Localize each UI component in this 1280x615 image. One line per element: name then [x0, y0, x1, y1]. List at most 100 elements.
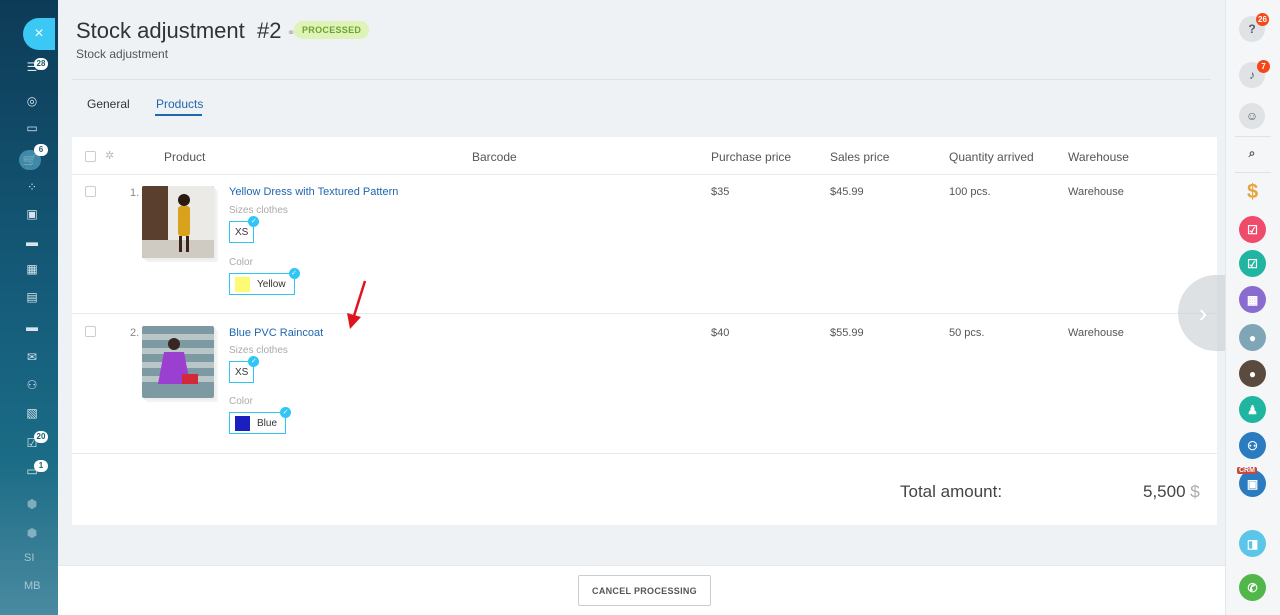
chat-bubble-icon[interactable]: ☺ [1239, 103, 1265, 129]
size-chip[interactable]: XS ✓ [229, 216, 260, 243]
target-icon[interactable]: ◎ [25, 94, 39, 108]
user-icon[interactable]: ♟ [1239, 396, 1266, 423]
row-checkbox[interactable] [85, 186, 96, 197]
dollar-icon[interactable]: $ [1239, 179, 1266, 206]
row-number: 2. [130, 327, 140, 339]
main-panel: Stock adjustment #2 ⚭ PROCESSED Stock ad… [58, 0, 1228, 615]
group-icon[interactable]: ⚇ [25, 378, 39, 392]
color-swatch [235, 276, 250, 292]
size-value: XS [235, 366, 249, 378]
page-title-text: Stock adjustment [76, 18, 245, 43]
product-name-link[interactable]: Yellow Dress with Textured Pattern [229, 186, 398, 198]
status-badge: PROCESSED [294, 21, 370, 39]
active-tab-indicator [155, 114, 202, 116]
annotation-arrow-icon [347, 280, 367, 329]
sidebar-label-si[interactable]: SI [24, 552, 34, 564]
size-label: Sizes clothes [229, 345, 288, 356]
color-label: Color [229, 396, 253, 407]
cart-badge: 6 [34, 144, 48, 156]
product-name-link[interactable]: Blue PVC Raincoat [229, 327, 323, 339]
notifications-badge: 7 [1257, 60, 1270, 73]
left-sidebar: × ☰ 28 ◎ ▭ 🛒 6 ⁘ ▣ ▬ ▦ ▤ ▬ ✉ ⚇ ▧ ☑ 20 ▭ … [0, 0, 58, 615]
color-value: Blue [257, 417, 278, 429]
size-chip[interactable]: XS ✓ [229, 356, 260, 383]
color-label: Color [229, 257, 253, 268]
chat-icon[interactable]: ▬ [25, 235, 39, 249]
quantity-arrived: 50 pcs. [949, 327, 985, 339]
quantity-arrived: 100 pcs. [949, 186, 991, 198]
column-header-purchase-price: Purchase price [711, 150, 792, 164]
row-divider [72, 453, 1217, 454]
task-icon[interactable]: ☑ [1239, 216, 1266, 243]
check-icon: ✓ [248, 356, 260, 367]
page-title: Stock adjustment #2 [76, 18, 281, 44]
products-table: ✲ Product Barcode Purchase price Sales p… [72, 137, 1217, 525]
row-divider [72, 313, 1217, 314]
color-chip[interactable]: Yellow ✓ [229, 268, 300, 295]
total-amount-number: 5,500 [1143, 482, 1186, 501]
avatar[interactable]: ● [1239, 360, 1266, 387]
tab-products[interactable]: Products [156, 97, 203, 111]
doc-number: #2 [256, 18, 282, 43]
sidebar-label-mb[interactable]: MB [24, 580, 41, 592]
filter-badge: 28 [34, 58, 48, 70]
search-icon[interactable]: ⌕ [1239, 140, 1265, 166]
column-header-warehouse: Warehouse [1068, 150, 1129, 164]
product-photo-dress [142, 186, 214, 258]
purchase-price: $35 [711, 186, 730, 198]
column-header-quantity: Quantity arrived [949, 150, 1034, 164]
header-divider [72, 79, 1211, 80]
mail-icon[interactable]: ✉ [25, 350, 39, 364]
row-number: 1. [130, 187, 140, 199]
product-photo-raincoat [142, 326, 214, 398]
product-image[interactable] [142, 326, 214, 398]
check-icon: ✓ [280, 407, 292, 418]
drive-icon[interactable]: ▬ [25, 320, 39, 334]
widget-icon[interactable]: ◨ [1239, 530, 1266, 557]
crm-contacts-icon[interactable]: ▣ [1239, 470, 1266, 497]
footer-bar: CANCEL PROCESSING [58, 565, 1225, 615]
color-swatch [235, 415, 250, 431]
column-header-product: Product [164, 150, 206, 164]
size-value: XS [235, 226, 249, 238]
inbox-icon[interactable]: ▣ [25, 207, 39, 221]
cancel-processing-button[interactable]: CANCEL PROCESSING [578, 575, 711, 606]
crm-label: CRM [1237, 467, 1257, 474]
page-subtitle: Stock adjustment [76, 47, 169, 61]
help-badge: 26 [1256, 13, 1269, 26]
sidebar-divider [1235, 136, 1271, 137]
contact-card-icon[interactable]: ▧ [25, 406, 39, 420]
column-header-sales-price: Sales price [830, 150, 890, 164]
color-chip[interactable]: Blue ✓ [229, 407, 292, 434]
box-icon[interactable]: ⬢ [25, 497, 39, 511]
gear-icon[interactable]: ✲ [105, 149, 114, 162]
warehouse: Warehouse [1068, 327, 1124, 339]
check-icon: ✓ [248, 216, 260, 227]
group-chat-icon[interactable]: ⚇ [1239, 432, 1266, 459]
apps-icon[interactable]: ⁘ [25, 180, 39, 194]
total-amount-value: 5,500 $ [1143, 482, 1200, 502]
total-amount-label: Total amount: [900, 482, 1003, 501]
right-sidebar: ? 26 ♪ 7 ☺ ⌕ $ ☑ ☑ ▦ ● ● ♟ ⚇ ▣ CRM ◨ ✆ [1225, 0, 1280, 615]
header-row-divider [72, 174, 1217, 175]
phone-icon[interactable]: ✆ [1239, 574, 1266, 601]
tasks-badge: 20 [34, 431, 48, 443]
document-icon[interactable]: ▤ [25, 290, 39, 304]
calendar-icon[interactable]: ▦ [25, 262, 39, 276]
check-icon: ✓ [288, 268, 300, 279]
box2-icon[interactable]: ⬢ [25, 526, 39, 540]
purchase-price: $40 [711, 327, 730, 339]
calendar-icon[interactable]: ▦ [1239, 286, 1266, 313]
warehouse: Warehouse [1068, 186, 1124, 198]
color-value: Yellow [257, 278, 286, 290]
row-checkbox[interactable] [85, 326, 96, 337]
chevron-right-icon: › [1198, 297, 1208, 328]
avatar[interactable]: ● [1239, 324, 1266, 351]
product-image[interactable] [142, 186, 214, 258]
select-all-checkbox[interactable] [85, 151, 96, 162]
close-slider-button[interactable]: × [23, 18, 55, 50]
window-icon[interactable]: ▭ [25, 121, 39, 135]
checklist-icon[interactable]: ☑ [1239, 250, 1266, 277]
column-header-barcode: Barcode [472, 150, 517, 164]
tab-general[interactable]: General [87, 97, 130, 111]
